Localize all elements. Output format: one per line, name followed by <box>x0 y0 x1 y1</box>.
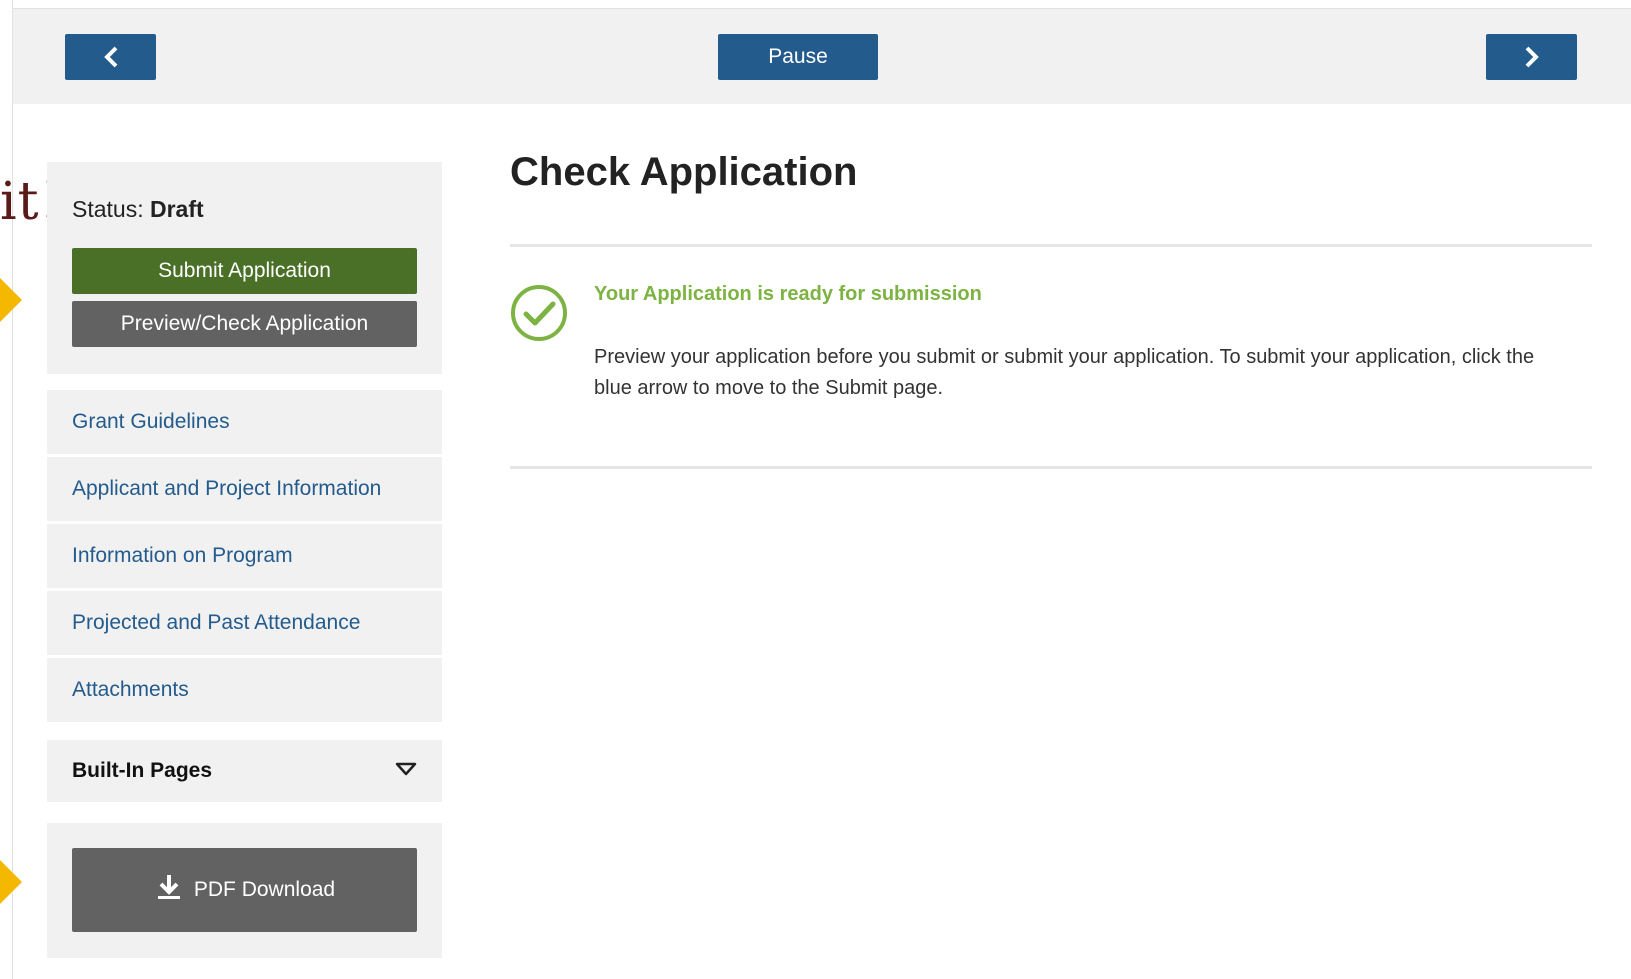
annotation-arrow-bottom <box>0 860 22 904</box>
chevron-left-icon <box>103 46 119 68</box>
status-value: Draft <box>150 196 204 222</box>
sidebar-nav: Grant Guidelines Applicant and Project I… <box>47 390 442 725</box>
pdf-download-label: PDF Download <box>193 878 336 901</box>
sidebar-item-grant-guidelines[interactable]: Grant Guidelines <box>47 390 442 454</box>
status-line: Status: Draft <box>72 196 204 223</box>
sidebar-item-projected-past-attendance[interactable]: Projected and Past Attendance <box>47 591 442 655</box>
top-nav-bar: Pause <box>13 8 1631 104</box>
sidebar-item-information-on-program[interactable]: Information on Program <box>47 524 442 588</box>
window-edge <box>12 0 13 979</box>
next-page-button[interactable] <box>1486 34 1577 80</box>
status-label: Status: <box>72 196 144 222</box>
pause-button[interactable]: Pause <box>718 34 878 80</box>
built-in-pages-label: Built-In Pages <box>72 759 213 782</box>
page-title: Check Application <box>510 150 858 194</box>
ready-message: Your Application is ready for submission <box>594 283 982 305</box>
sidebar-item-attachments[interactable]: Attachments <box>47 658 442 722</box>
divider-top <box>510 244 1592 247</box>
ready-description: Preview your application before you subm… <box>594 346 1535 399</box>
submit-application-button[interactable]: Submit Application <box>72 248 417 294</box>
download-icon <box>154 872 184 908</box>
preview-check-application-button[interactable]: Preview/Check Application <box>72 301 417 347</box>
built-in-pages-dropdown[interactable]: Built-In Pages <box>47 740 442 802</box>
chevron-right-icon <box>1524 46 1540 68</box>
previous-page-button[interactable] <box>65 34 156 80</box>
triangle-down-icon <box>394 761 418 782</box>
pdf-download-button[interactable]: PDF Download <box>72 848 417 932</box>
sidebar-item-applicant-project-information[interactable]: Applicant and Project Information <box>47 457 442 521</box>
divider-bottom <box>510 466 1592 469</box>
pdf-download-panel: PDF Download <box>47 823 442 958</box>
check-circle-icon <box>510 284 568 347</box>
status-panel: Status: Draft Submit Application Preview… <box>47 162 442 374</box>
annotation-arrow-top <box>0 278 22 322</box>
